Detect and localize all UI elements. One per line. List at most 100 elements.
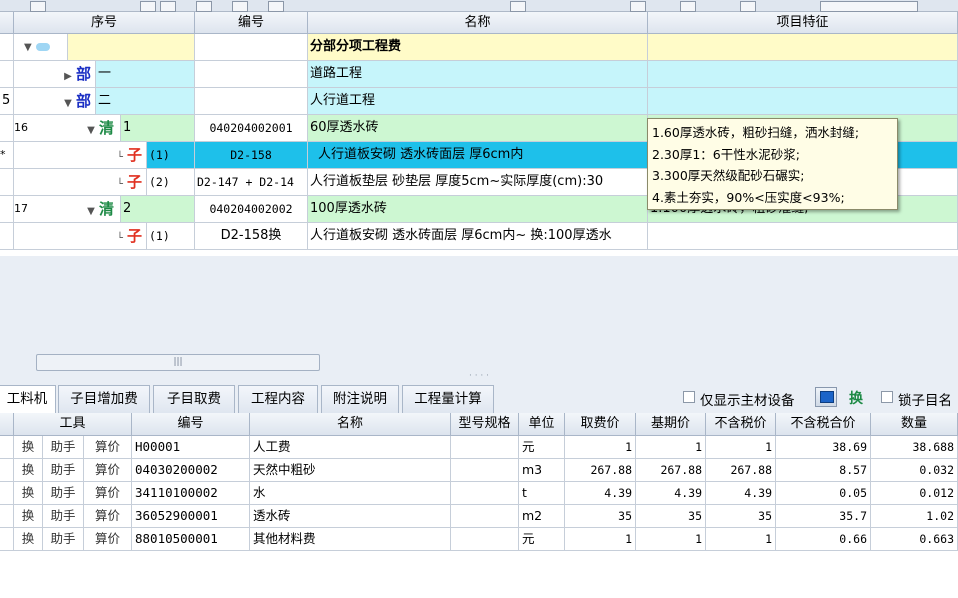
swap-button[interactable]: 换 [14, 436, 43, 459]
code-cell[interactable]: D2-147 + D2-14 [195, 169, 308, 196]
code-cell[interactable]: 36052900001 [132, 505, 250, 528]
toolbar-button[interactable] [160, 1, 176, 12]
name-cell[interactable]: 其他材料费 [250, 528, 451, 551]
ex-tax-total-cell[interactable]: 38.69 [776, 436, 871, 459]
spec-cell[interactable] [451, 459, 519, 482]
serial-cell[interactable] [68, 34, 195, 61]
serial-cell[interactable]: 一 [96, 61, 195, 88]
code-cell[interactable]: 88010500001 [132, 528, 250, 551]
serial-cell[interactable]: (1) [147, 223, 195, 250]
column-header-spec[interactable]: 型号规格 [451, 413, 519, 436]
serial-cell[interactable]: 2 [121, 196, 195, 223]
name-cell[interactable]: 道路工程 [308, 61, 648, 88]
feature-cell[interactable] [648, 223, 958, 250]
table-row[interactable]: 换 助手 算价 36052900001 透水砖 m2 35 35 35 35.7… [0, 505, 958, 528]
base-price-cell[interactable]: 267.88 [636, 459, 706, 482]
swap-button[interactable]: 换 [14, 459, 43, 482]
collapse-arrow-icon[interactable]: ▼ [64, 98, 72, 109]
collapse-arrow-icon[interactable]: ▼ [87, 206, 95, 217]
column-header-code[interactable]: 编号 [132, 413, 250, 436]
base-price-cell[interactable]: 35 [636, 505, 706, 528]
tab-notes[interactable]: 附注说明 [321, 385, 399, 413]
spec-cell[interactable] [451, 482, 519, 505]
tab-fee-rate[interactable]: 子目取费 [153, 385, 235, 413]
ex-tax-price-cell[interactable]: 1 [706, 436, 776, 459]
assistant-button[interactable]: 助手 [43, 482, 84, 505]
base-price-cell[interactable]: 4.39 [636, 482, 706, 505]
base-price-cell[interactable]: 1 [636, 436, 706, 459]
column-header-serial[interactable]: 序号 [14, 12, 195, 34]
column-header-name[interactable]: 名称 [250, 413, 451, 436]
collapse-arrow-icon[interactable]: ▼ [87, 125, 95, 136]
tree-node[interactable]: └ 子 [14, 223, 147, 250]
quantity-cell[interactable]: 38.688 [871, 436, 958, 459]
assistant-button[interactable]: 助手 [43, 505, 84, 528]
serial-cell[interactable]: 二 [96, 88, 195, 115]
table-row[interactable]: ▼ 分部分项工程费 [0, 34, 958, 61]
column-header-unit[interactable]: 单位 [519, 413, 565, 436]
calc-price-button[interactable]: 算价 [84, 528, 132, 551]
table-row[interactable]: 换 助手 算价 H00001 人工费 元 1 1 1 38.69 38.688 [0, 436, 958, 459]
quantity-cell[interactable]: 0.032 [871, 459, 958, 482]
code-cell[interactable]: H00001 [132, 436, 250, 459]
ex-tax-price-cell[interactable]: 1 [706, 528, 776, 551]
swap-button[interactable]: 换 [14, 528, 43, 551]
spec-cell[interactable] [451, 505, 519, 528]
column-header-quantity[interactable]: 数量 [871, 413, 958, 436]
quantity-cell[interactable]: 0.663 [871, 528, 958, 551]
swap-button[interactable]: 换 [14, 505, 43, 528]
fee-price-cell[interactable]: 267.88 [565, 459, 636, 482]
name-cell[interactable]: 人行道工程 [308, 88, 648, 115]
serial-cell[interactable]: (1) [147, 142, 195, 169]
name-cell[interactable]: 人行道板安砌 透水砖面层 厚6cm内 [308, 142, 648, 169]
spec-cell[interactable] [451, 528, 519, 551]
tab-work-content[interactable]: 工程内容 [238, 385, 318, 413]
lock-name-checkbox[interactable] [881, 391, 893, 403]
calc-price-button[interactable]: 算价 [84, 482, 132, 505]
tree-node[interactable]: ▼ [14, 34, 68, 61]
unit-cell[interactable]: t [519, 482, 565, 505]
name-cell[interactable]: 人工费 [250, 436, 451, 459]
name-cell[interactable]: 人行道板垫层 砂垫层 厚度5cm~实际厚度(cm):30 [308, 169, 648, 196]
serial-cell[interactable]: 1 [121, 115, 195, 142]
tab-quantity-calc[interactable]: 工程量计算 [402, 385, 494, 413]
calc-price-button[interactable]: 算价 [84, 505, 132, 528]
tree-node[interactable]: └ 子 [14, 169, 147, 196]
feature-cell[interactable] [648, 88, 958, 115]
ex-tax-price-cell[interactable]: 267.88 [706, 459, 776, 482]
tree-node[interactable]: 16 ▼ 清 [14, 115, 121, 142]
column-header-ex-tax-total[interactable]: 不含税合价 [776, 413, 871, 436]
code-cell[interactable]: 040204002001 [195, 115, 308, 142]
ex-tax-total-cell[interactable]: 35.7 [776, 505, 871, 528]
toolbar-button[interactable] [232, 1, 248, 12]
toolbar-button[interactable] [630, 1, 646, 12]
name-cell[interactable]: 100厚透水砖 [308, 196, 648, 223]
tree-node[interactable]: ▼ 部 [14, 88, 96, 115]
ex-tax-total-cell[interactable]: 0.05 [776, 482, 871, 505]
column-header-ex-tax-price[interactable]: 不含税价 [706, 413, 776, 436]
column-header-base-price[interactable]: 基期价 [636, 413, 706, 436]
assistant-button[interactable]: 助手 [43, 436, 84, 459]
quantity-cell[interactable]: 0.012 [871, 482, 958, 505]
pane-splitter[interactable]: · · · · [0, 372, 958, 383]
table-row[interactable]: └ 子 (1) D2-158换 人行道板安砌 透水砖面层 厚6cm内~ 换:10… [0, 223, 958, 250]
toolbar-search-box[interactable] [820, 1, 918, 12]
tree-node[interactable]: ▶ 部 [14, 61, 96, 88]
ex-tax-price-cell[interactable]: 35 [706, 505, 776, 528]
tab-labor-material[interactable]: 工料机 [0, 385, 56, 413]
name-cell[interactable]: 水 [250, 482, 451, 505]
column-header-code[interactable]: 编号 [195, 12, 308, 34]
unit-cell[interactable]: m2 [519, 505, 565, 528]
column-header-tools[interactable]: 工具 [14, 413, 132, 436]
table-row[interactable]: ▶ 部 一 道路工程 [0, 61, 958, 88]
unit-cell[interactable]: 元 [519, 436, 565, 459]
column-header-fee-price[interactable]: 取费价 [565, 413, 636, 436]
code-cell[interactable] [195, 34, 308, 61]
toolbar-button[interactable] [680, 1, 696, 12]
name-cell[interactable]: 分部分项工程费 [308, 34, 648, 61]
column-header-feature[interactable]: 项目特征 [648, 12, 958, 34]
tab-extra-fee[interactable]: 子目增加费 [58, 385, 150, 413]
swap-indicator[interactable]: 换 [849, 388, 863, 408]
swap-button[interactable]: 换 [14, 482, 43, 505]
toolbar-button[interactable] [268, 1, 284, 12]
